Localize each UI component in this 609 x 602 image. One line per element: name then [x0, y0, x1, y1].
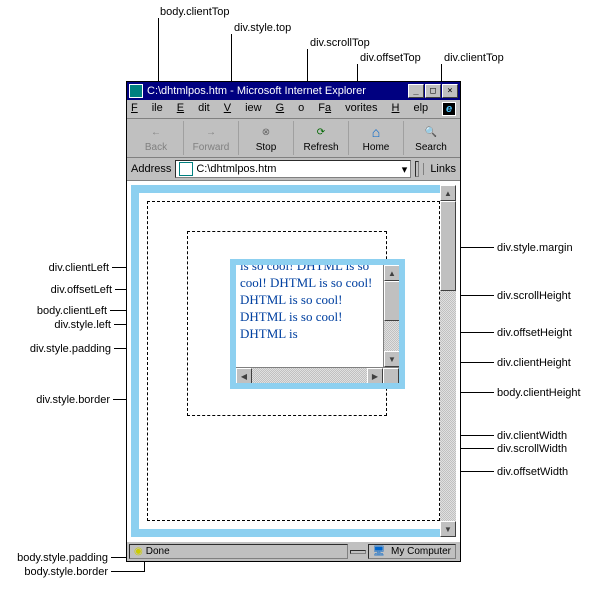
search-icon: 🔍 — [404, 123, 458, 141]
label-div-clientWidth: div.clientWidth — [497, 430, 567, 442]
refresh-icon: ⟳ — [294, 123, 348, 141]
scroll-right-icon[interactable]: ▶ — [367, 368, 383, 383]
window-title: C:\dhtmlpos.htm - Microsoft Internet Exp… — [147, 85, 366, 97]
statusbar: ◉ Done 🖥 My Computer — [127, 541, 460, 561]
scroll-up-icon[interactable]: ▲ — [384, 265, 399, 281]
address-input[interactable]: C:\dhtmlpos.htm ▾ — [175, 160, 411, 178]
label-div-style-left: div.style.left — [41, 319, 111, 331]
div-inner: is so cool! DHTML is so cool! DHTML is s… — [236, 265, 399, 383]
label-div-clientTop: div.clientTop — [444, 52, 504, 64]
close-button[interactable]: × — [442, 84, 458, 98]
scroll-thumb[interactable] — [384, 281, 399, 321]
back-arrow-icon: ← — [129, 123, 183, 141]
status-pane — [350, 550, 366, 554]
scroll-left-icon[interactable]: ◀ — [236, 368, 252, 383]
label-div-offsetWidth: div.offsetWidth — [497, 466, 568, 478]
titlebar[interactable]: C:\dhtmlpos.htm - Microsoft Internet Exp… — [127, 82, 460, 100]
label-div-scrollWidth: div.scrollWidth — [497, 443, 567, 455]
demo-div: is so cool! DHTML is so cool! DHTML is s… — [230, 259, 405, 389]
label-div-offsetTop: div.offsetTop — [360, 52, 421, 64]
menu-view[interactable]: View — [224, 102, 262, 116]
label-div-style-margin: div.style.margin — [497, 242, 573, 254]
scroll-up-icon[interactable]: ▲ — [440, 185, 456, 201]
maximize-button[interactable]: □ — [425, 84, 441, 98]
menu-file[interactable]: File — [131, 102, 163, 116]
label-body-clientTop: body.clientTop — [160, 6, 230, 18]
label-div-style-padding: div.style.padding — [11, 343, 111, 355]
scroll-down-icon[interactable]: ▼ — [384, 351, 399, 367]
label-body-style-padding: body.style.padding — [0, 552, 108, 564]
separator — [415, 161, 419, 177]
addressbar: Address C:\dhtmlpos.htm ▾ Links — [127, 158, 460, 181]
window-icon — [129, 84, 143, 98]
menu-favorites[interactable]: Favorites — [318, 102, 377, 116]
label-div-offsetLeft: div.offsetLeft — [32, 284, 112, 296]
done-icon: ◉ — [134, 546, 143, 557]
document-body: is so cool! DHTML is so cool! DHTML is s… — [127, 181, 460, 541]
ie-logo-icon: e — [442, 102, 456, 116]
forward-arrow-icon: → — [184, 123, 238, 141]
label-div-clientHeight: div.clientHeight — [497, 357, 571, 369]
menubar: File Edit View Go Favorites Help e — [127, 100, 460, 119]
div-vertical-scrollbar[interactable]: ▲ ▼ — [383, 265, 399, 367]
minimize-button[interactable]: _ — [408, 84, 424, 98]
scroll-thumb[interactable] — [440, 201, 456, 291]
page-icon — [179, 162, 193, 176]
home-icon: ⌂ — [349, 123, 403, 141]
leader — [111, 571, 144, 572]
scroll-corner — [383, 368, 399, 383]
menu-edit[interactable]: Edit — [177, 102, 210, 116]
toolbar: ← Back → Forward ⊗ Stop ⟳ Refresh ⌂ Home… — [127, 119, 460, 158]
forward-button[interactable]: → Forward — [184, 121, 239, 155]
label-div-scrollTop: div.scrollTop — [310, 37, 370, 49]
refresh-button[interactable]: ⟳ Refresh — [294, 121, 349, 155]
back-button[interactable]: ← Back — [129, 121, 184, 155]
label-div-scrollHeight: div.scrollHeight — [497, 290, 571, 302]
label-body-clientLeft: body.clientLeft — [17, 305, 107, 317]
label-div-style-top: div.style.top — [234, 22, 291, 34]
menu-go[interactable]: Go — [276, 102, 305, 116]
label-body-clientHeight: body.clientHeight — [497, 387, 581, 399]
address-value: C:\dhtmlpos.htm — [196, 163, 276, 175]
menu-help[interactable]: Help — [392, 102, 429, 116]
label-div-clientLeft: div.clientLeft — [29, 262, 109, 274]
address-label: Address — [131, 163, 171, 175]
home-button[interactable]: ⌂ Home — [349, 121, 404, 155]
stop-button[interactable]: ⊗ Stop — [239, 121, 294, 155]
div-text-content: is so cool! DHTML is so cool! DHTML is s… — [240, 265, 381, 342]
body-vertical-scrollbar[interactable]: ▲ ▼ — [440, 185, 456, 537]
stop-icon: ⊗ — [239, 123, 293, 141]
status-zone: 🖥 My Computer — [368, 544, 457, 559]
browser-window: C:\dhtmlpos.htm - Microsoft Internet Exp… — [126, 81, 461, 562]
status-message: ◉ Done — [129, 544, 348, 559]
dropdown-icon[interactable]: ▾ — [402, 163, 408, 176]
div-horizontal-scrollbar[interactable]: ◀ ▶ — [236, 367, 399, 383]
label-div-style-border: div.style.border — [20, 394, 110, 406]
label-div-offsetHeight: div.offsetHeight — [497, 327, 572, 339]
scroll-down-icon[interactable]: ▼ — [440, 521, 456, 537]
links-button[interactable]: Links — [423, 163, 456, 175]
search-button[interactable]: 🔍 Search — [404, 121, 458, 155]
computer-icon: 🖥 — [373, 546, 386, 557]
label-body-style-border: body.style.border — [0, 566, 108, 578]
